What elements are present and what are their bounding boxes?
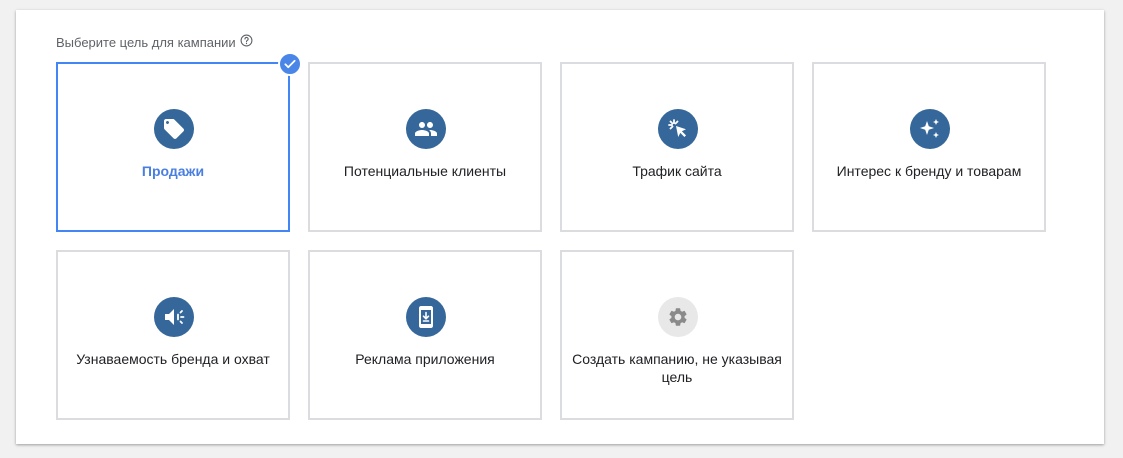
goal-card-sales[interactable]: Продажи	[56, 52, 302, 232]
goal-label: Узнаваемость бренда и охват	[76, 351, 270, 367]
goal-card-leads[interactable]: Потенциальные клиенты	[308, 62, 542, 232]
goal-card-app-promotion[interactable]: Реклама приложения	[308, 250, 542, 420]
campaign-goal-panel: Выберите цель для кампании Продажи Потен…	[16, 10, 1104, 444]
goal-label: Создать кампанию, не указывая цель	[572, 351, 782, 385]
people-icon	[406, 109, 446, 149]
goal-card-brand-consideration[interactable]: Интерес к бренду и товарам	[812, 62, 1046, 232]
heading-text: Выберите цель для кампании	[56, 35, 236, 50]
goal-label: Потенциальные клиенты	[343, 163, 507, 179]
goal-label: Продажи	[141, 163, 205, 179]
goal-label: Трафик сайта	[632, 163, 722, 179]
goal-card-no-goal[interactable]: Создать кампанию, не указывая цель	[560, 250, 794, 420]
cursor-click-icon	[658, 109, 698, 149]
goal-label: Интерес к бренду и товарам	[836, 163, 1022, 179]
help-circle-icon[interactable]	[240, 34, 253, 47]
tag-icon	[154, 109, 194, 149]
goal-label: Реклама приложения	[355, 351, 495, 367]
megaphone-icon	[154, 297, 194, 337]
selected-check-icon	[278, 52, 302, 76]
goal-card-brand-awareness[interactable]: Узнаваемость бренда и охват	[56, 250, 290, 420]
goal-card-website-traffic[interactable]: Трафик сайта	[560, 62, 794, 232]
mobile-download-icon	[406, 297, 446, 337]
section-heading: Выберите цель для кампании	[56, 34, 253, 50]
sparkle-icon	[910, 109, 950, 149]
gear-icon	[658, 297, 698, 337]
